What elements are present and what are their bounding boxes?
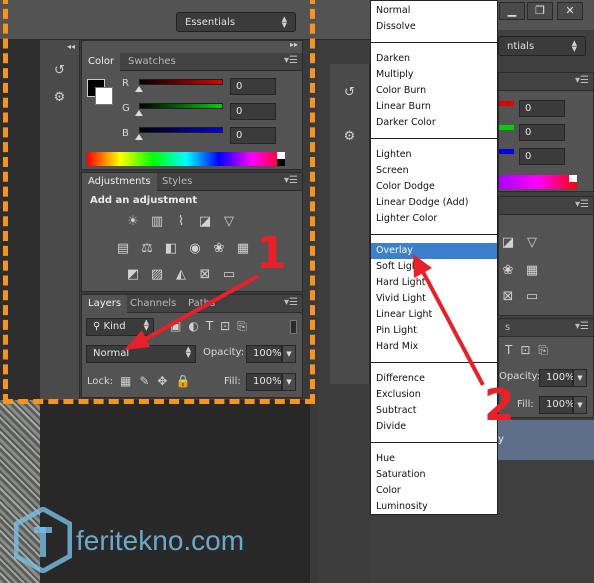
step-2-label: 2 xyxy=(484,380,515,431)
step-1-label: 1 xyxy=(256,228,287,279)
arrow-1-head xyxy=(124,330,150,350)
arrow-1-line xyxy=(139,274,259,344)
arrow-2-line xyxy=(420,269,485,386)
watermark-text: feritekno.com xyxy=(76,525,245,556)
watermark-logo-icon xyxy=(14,507,72,573)
annotation-arrows xyxy=(124,254,485,386)
